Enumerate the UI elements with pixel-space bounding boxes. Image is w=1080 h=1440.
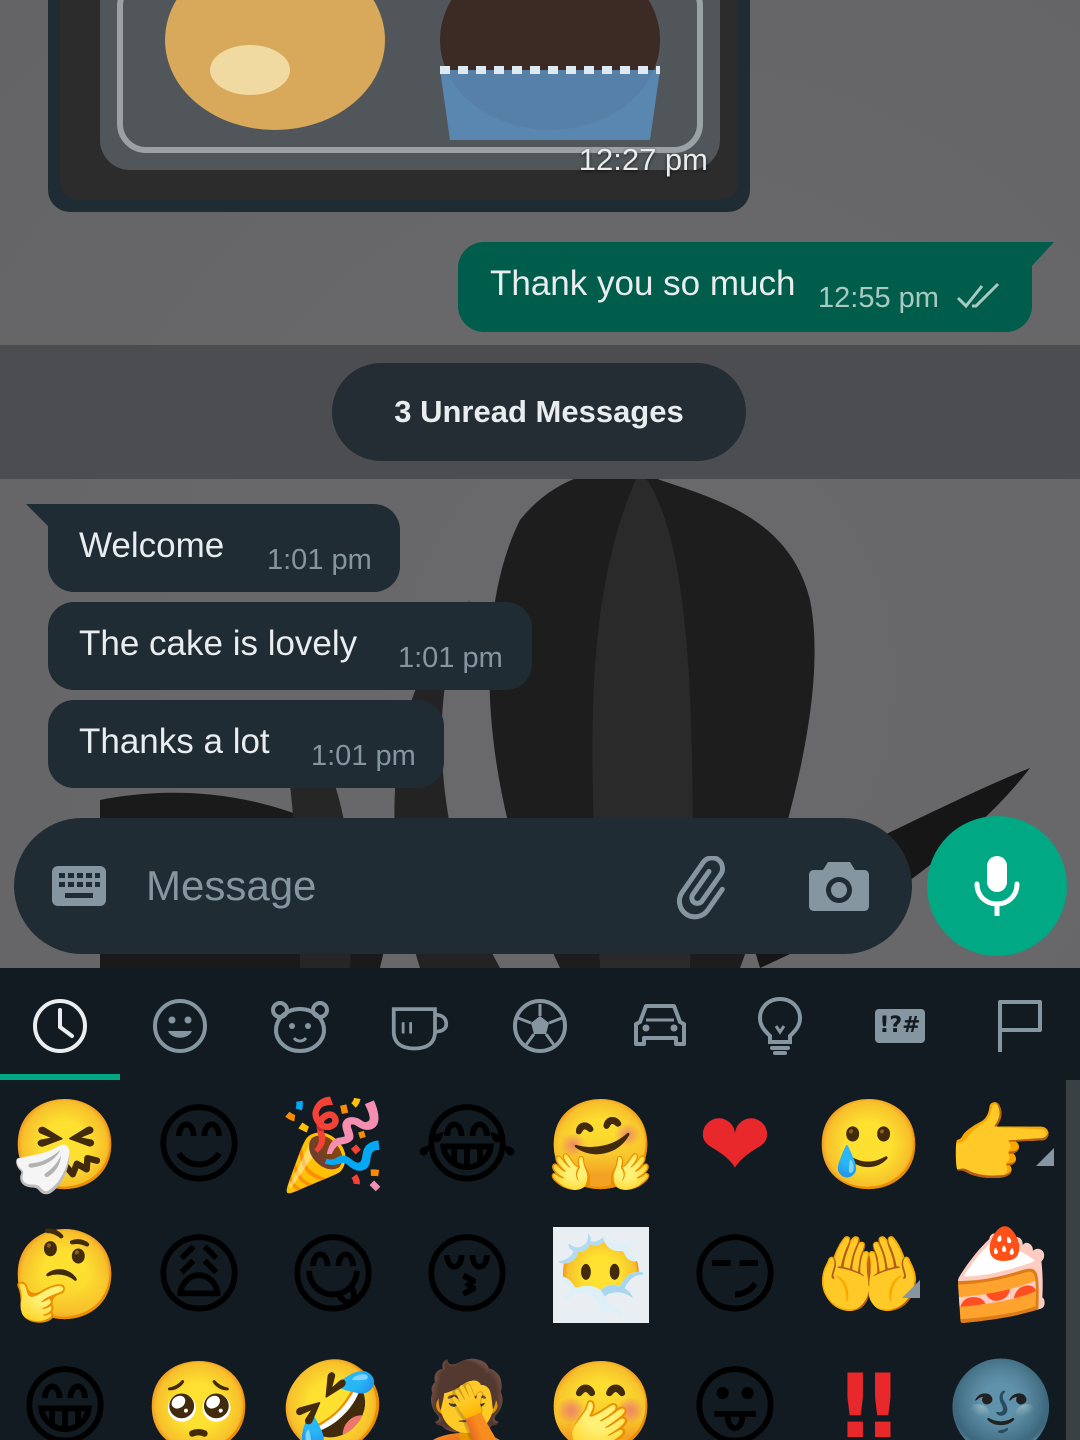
keyboard-icon[interactable]: [50, 858, 108, 916]
emoji-tongue-out[interactable]: 😛: [680, 1352, 790, 1440]
flag-icon: [998, 1000, 1042, 1052]
emoji-category-tabs: !?#: [0, 968, 1080, 1080]
tab-recent[interactable]: [30, 996, 90, 1056]
tab-objects[interactable]: [750, 996, 810, 1056]
emoji-palms-up[interactable]: 🤲: [814, 1220, 924, 1330]
attach-icon[interactable]: [674, 856, 740, 922]
incoming-message-bubble[interactable]: The cake is lovely 1:01 pm: [48, 602, 532, 690]
car-icon: [634, 1004, 686, 1046]
emoji-sneezing[interactable]: 🤧: [10, 1090, 120, 1200]
smiley-icon: [153, 999, 207, 1053]
emoji-grinning[interactable]: 😁: [10, 1352, 120, 1440]
emoji-yum[interactable]: 😋: [278, 1220, 388, 1330]
tab-activity[interactable]: [510, 996, 570, 1056]
message-text: Thanks a lot: [79, 722, 270, 761]
read-ticks-icon: [956, 282, 1000, 309]
tab-flags[interactable]: [990, 996, 1050, 1056]
message-time: 1:01 pm: [267, 544, 372, 576]
emoji-thinking[interactable]: 🤔: [10, 1220, 120, 1330]
message-time: 12:27 pm: [578, 142, 708, 177]
bear-icon: [271, 1001, 329, 1053]
incoming-message-bubble[interactable]: Thanks a lot 1:01 pm: [48, 700, 444, 788]
tab-travel[interactable]: [630, 996, 690, 1056]
bubble-tail: [26, 504, 50, 528]
message-text: Welcome: [79, 526, 225, 565]
tab-smileys[interactable]: [150, 996, 210, 1056]
cupcakes-photo[interactable]: 12:27 pm: [60, 0, 738, 200]
skin-tone-indicator: [902, 1280, 920, 1298]
emoji-party-popper[interactable]: 🎉: [278, 1090, 388, 1200]
tab-symbols[interactable]: !?#: [870, 996, 930, 1056]
message-time: 12:55 pm: [818, 282, 939, 314]
emoji-face-in-clouds[interactable]: 😶‍🌫️: [553, 1227, 649, 1323]
emoji-double-exclamation[interactable]: ‼: [814, 1352, 924, 1440]
mic-button[interactable]: [927, 816, 1067, 956]
emoji-weary[interactable]: 😩: [144, 1220, 254, 1330]
emoji-red-heart[interactable]: ❤: [680, 1090, 790, 1200]
bubble-tail: [1030, 242, 1054, 268]
tab-food[interactable]: [390, 996, 450, 1056]
emoji-pointing-right[interactable]: 👉: [946, 1090, 1056, 1200]
emoji-pleading[interactable]: 🥺: [144, 1352, 254, 1440]
message-input-bar[interactable]: Message: [14, 818, 912, 954]
emoji-hugging[interactable]: 🤗: [546, 1090, 656, 1200]
emoji-new-moon-face[interactable]: 🌚: [946, 1352, 1056, 1440]
chat-area[interactable]: 12:27 pm Thank you so much 12:55 pm 3 Un…: [0, 0, 1080, 968]
emoji-rofl[interactable]: 🤣: [278, 1352, 388, 1440]
message-text: The cake is lovely: [79, 624, 358, 663]
symbols-icon: !?#: [875, 1009, 925, 1043]
message-time: 1:01 pm: [311, 740, 416, 772]
emoji-hand-over-mouth[interactable]: 🤭: [546, 1352, 656, 1440]
emoji-kissing-closed-eyes[interactable]: 😚: [412, 1220, 522, 1330]
camera-icon[interactable]: [808, 856, 870, 914]
skin-tone-indicator: [1036, 1148, 1054, 1166]
mic-icon: [974, 856, 1020, 916]
image-message-bubble[interactable]: 12:27 pm: [48, 0, 750, 212]
message-input[interactable]: Message: [146, 862, 316, 910]
emoji-shortcake[interactable]: 🍰: [946, 1220, 1056, 1330]
unread-count-pill: 3 Unread Messages: [332, 363, 746, 461]
emoji-panel[interactable]: !?# 🤧 😊 🎉 😂 🤗 ❤ 🥲 👉 🤔 😩 😋 😚 😶‍🌫️ 😏 🤲 🍰 😁: [0, 968, 1080, 1440]
emoji-smirk[interactable]: 😏: [680, 1220, 790, 1330]
message-text: Thank you so much: [490, 264, 796, 303]
emoji-grid[interactable]: 🤧 😊 🎉 😂 🤗 ❤ 🥲 👉 🤔 😩 😋 😚 😶‍🌫️ 😏 🤲 🍰 😁 🥺 🤣…: [0, 1080, 1060, 1440]
coffee-cup-icon: [391, 1007, 449, 1051]
message-time: 1:01 pm: [398, 642, 503, 674]
unread-banner: 3 Unread Messages: [0, 345, 1080, 479]
emoji-facepalm[interactable]: 🤦: [412, 1352, 522, 1440]
outgoing-message-bubble[interactable]: Thank you so much 12:55 pm: [458, 242, 1054, 332]
emoji-smiling[interactable]: 😊: [144, 1090, 254, 1200]
lightbulb-icon: [757, 996, 803, 1055]
incoming-message-bubble[interactable]: Welcome 1:01 pm: [26, 504, 400, 592]
clock-icon: [33, 999, 87, 1053]
emoji-smiling-with-tear[interactable]: 🥲: [814, 1090, 924, 1200]
soccer-ball-icon: [513, 999, 567, 1053]
tab-animals[interactable]: [270, 996, 330, 1056]
emoji-tears-of-joy[interactable]: 😂: [412, 1090, 522, 1200]
emoji-scrollbar[interactable]: [1066, 1080, 1080, 1440]
